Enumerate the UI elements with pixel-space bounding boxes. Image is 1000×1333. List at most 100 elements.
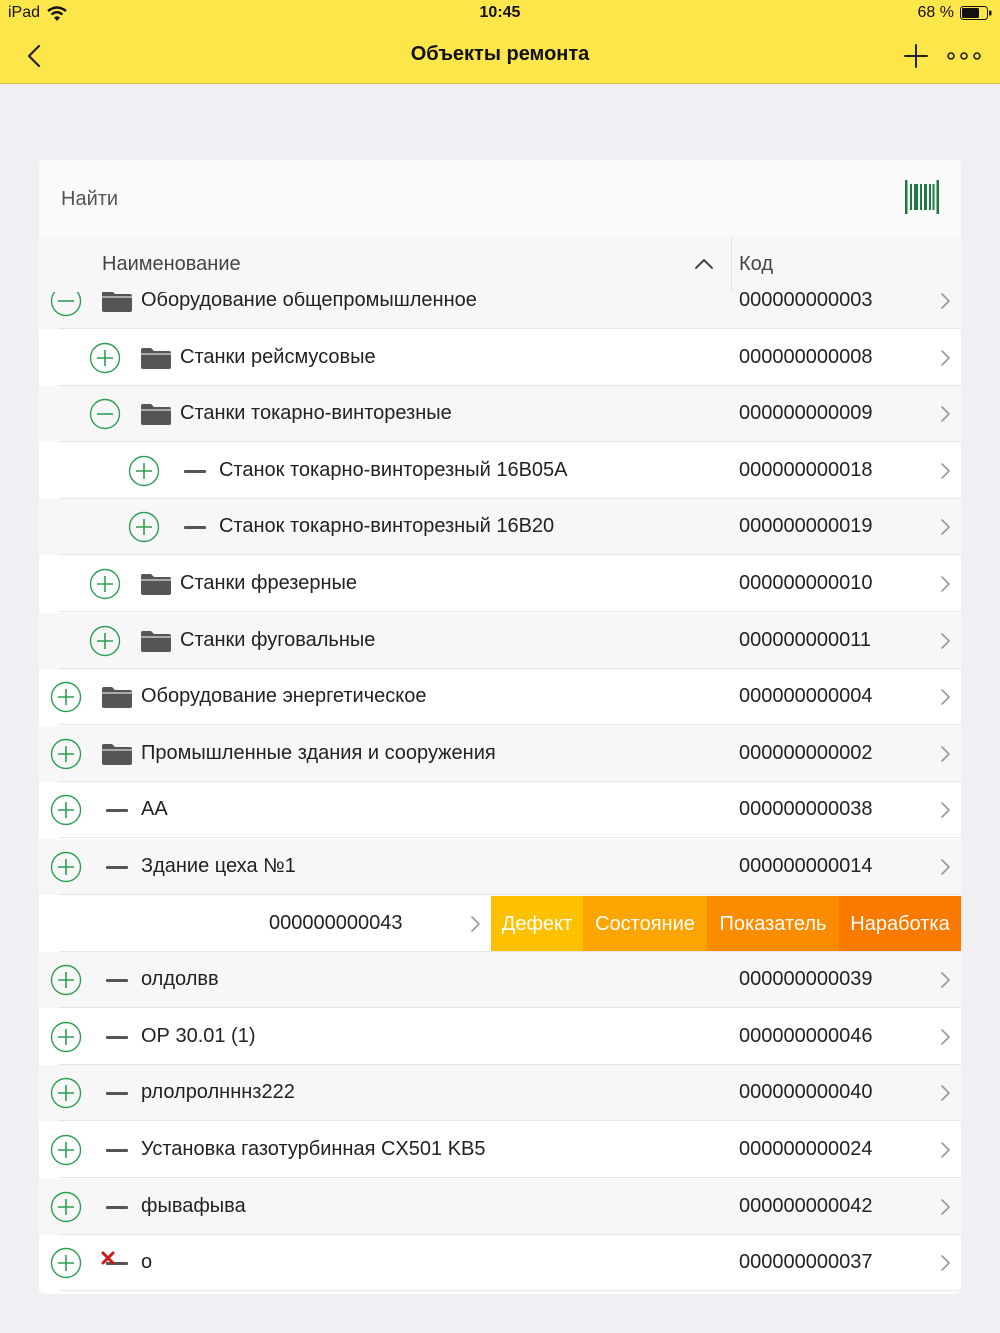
row-code: 000000000010 — [739, 572, 873, 594]
tree-row[interactable]: Промышленные здания и сооружения 00000000… — [39, 725, 961, 782]
row-label: Оборудование общепромышленное — [141, 292, 477, 311]
row-code: 000000000038 — [739, 798, 873, 821]
tree-row[interactable]: Здание цеха №1 000000000014 — [39, 839, 961, 895]
tree-row[interactable]: Станок токарно-винторезный 16В20 00000000… — [39, 499, 961, 556]
swipe-action-2[interactable]: Состояние — [583, 895, 707, 952]
chevron-right-icon[interactable] — [939, 1253, 953, 1273]
expand-toggle-icon[interactable] — [89, 625, 121, 657]
chevron-right-icon[interactable] — [939, 857, 953, 877]
expand-toggle-icon[interactable] — [128, 511, 160, 543]
expand-toggle-icon[interactable] — [89, 342, 121, 374]
chevron-right-icon[interactable] — [939, 574, 953, 594]
tree-row[interactable]: рлолролнннз222 000000000040 — [39, 1065, 961, 1122]
swipe-action-1[interactable]: Дефект — [491, 895, 583, 952]
chevron-right-icon[interactable] — [939, 292, 953, 311]
column-header-code[interactable]: Код — [739, 253, 773, 276]
expand-toggle-icon[interactable] — [89, 568, 121, 600]
chevron-right-icon[interactable] — [939, 1083, 953, 1103]
expand-toggle-icon[interactable] — [50, 1191, 82, 1223]
search-bar — [39, 160, 961, 237]
tree-row[interactable]: Станки рейсмусовые 000000000008 — [39, 329, 961, 386]
item-dash-icon — [106, 1092, 128, 1096]
folder-icon — [141, 574, 171, 595]
chevron-right-icon[interactable] — [939, 461, 953, 481]
swiped-row[interactable]: 000000000043 Дефект Состояние Показатель Нар… — [39, 895, 961, 952]
chevron-right-icon[interactable] — [939, 631, 953, 651]
row-code: 000000000002 — [739, 741, 873, 764]
item-dash-icon — [106, 979, 128, 983]
more-icon[interactable] — [946, 48, 982, 64]
expand-toggle-icon[interactable] — [128, 455, 160, 487]
row-separator — [59, 1290, 961, 1292]
expand-toggle-icon[interactable] — [50, 1021, 82, 1053]
row-code: 000000000024 — [739, 1138, 873, 1160]
swipe-action-4[interactable]: Наработка — [839, 895, 961, 952]
chevron-right-icon[interactable] — [939, 348, 953, 368]
row-label: Станки фрезерные — [180, 572, 358, 594]
tree-row[interactable]: фывафыва 000000000042 — [39, 1178, 961, 1235]
folder-icon — [102, 687, 132, 709]
tree-row[interactable]: Станок токарно-винторезный 16В05А 0000000… — [39, 442, 961, 499]
plus-icon[interactable] — [902, 42, 930, 70]
expand-toggle-icon[interactable] — [50, 794, 82, 826]
tree-row[interactable]: олдолвв 000000000039 — [39, 952, 961, 1009]
chevron-right-icon[interactable] — [939, 1140, 953, 1160]
folder-icon — [141, 630, 171, 652]
row-label: Станки токарно-винторезные — [180, 402, 452, 425]
expand-toggle-icon[interactable] — [50, 851, 82, 883]
chevron-right-icon[interactable] — [939, 800, 953, 820]
chevron-right-icon[interactable] — [939, 970, 953, 990]
tree-row[interactable]: Станки фрезерные 000000000010 — [39, 556, 961, 612]
chevron-right-icon[interactable] — [939, 517, 953, 537]
search-input[interactable] — [59, 178, 863, 220]
row-label: Оборудование энергетическое — [141, 685, 427, 708]
row-code: 000000000043 — [269, 911, 403, 934]
collapse-toggle-icon[interactable] — [50, 292, 82, 317]
chevron-right-icon — [471, 915, 480, 932]
column-header-name[interactable]: Наименование — [102, 253, 241, 276]
chevron-right-icon[interactable] — [939, 1197, 953, 1217]
item-dash-icon — [106, 1035, 128, 1039]
tree-row[interactable]: о 000000000037 — [39, 1235, 961, 1292]
tree-row[interactable]: Установка газотурбинная CX501 KB5 0000000… — [39, 1122, 961, 1178]
collapse-toggle-icon[interactable] — [89, 398, 121, 430]
expand-toggle-icon[interactable] — [50, 964, 82, 996]
row-code: 000000000042 — [739, 1194, 873, 1217]
barcode-icon[interactable] — [905, 180, 939, 214]
expand-toggle-icon[interactable] — [50, 738, 82, 770]
object-tree-list: Оборудование общепромышленное 00000000000… — [39, 292, 961, 1294]
row-label: рлолролнннз222 — [141, 1081, 295, 1104]
row-code: 000000000018 — [739, 458, 873, 481]
swipe-action-3[interactable]: Показатель — [707, 895, 839, 952]
expand-toggle-icon[interactable] — [50, 1247, 82, 1279]
expand-toggle-icon[interactable] — [50, 1134, 82, 1166]
tree-row[interactable]: ОР 30.01 (1) 000000000046 — [39, 1008, 961, 1065]
tree-row[interactable]: Станки фуговальные 000000000011 — [39, 612, 961, 669]
row-code: 000000000039 — [739, 968, 873, 991]
folder-icon — [141, 404, 171, 426]
row-code: 000000000014 — [739, 855, 873, 877]
chevron-up-icon[interactable] — [693, 254, 715, 274]
item-dash-icon — [184, 469, 206, 473]
status-bar: iPad 10:45 68 % — [0, 0, 1000, 28]
column-divider — [731, 236, 732, 292]
chevron-right-icon[interactable] — [939, 744, 953, 764]
tree-row[interactable]: Станки токарно-винторезные 000000000009 — [39, 386, 961, 443]
tree-row[interactable]: Оборудование общепромышленное 00000000000… — [39, 292, 961, 329]
row-label: Станки фуговальные — [180, 628, 376, 651]
row-label: Станок токарно-винторезный 16В20 — [219, 515, 555, 538]
row-label: Станок токарно-винторезный 16В05А — [219, 458, 568, 481]
tree-row[interactable]: Оборудование энергетическое 000000000004 — [39, 669, 961, 726]
chevron-right-icon[interactable] — [939, 404, 953, 424]
list-panel: Наименование Код Оборудование общепромыш… — [39, 160, 961, 1294]
battery-icon — [960, 6, 992, 20]
row-code: 000000000008 — [739, 345, 873, 368]
tree-row[interactable]: АА 000000000038 — [39, 782, 961, 839]
chevron-right-icon[interactable] — [939, 1027, 953, 1047]
expand-toggle-icon[interactable] — [50, 681, 82, 713]
row-code: 000000000011 — [739, 628, 871, 651]
expand-toggle-icon[interactable] — [50, 1077, 82, 1109]
chevron-right-icon[interactable] — [939, 687, 953, 707]
row-code: 000000000037 — [739, 1251, 873, 1274]
row-code: 000000000046 — [739, 1024, 873, 1047]
